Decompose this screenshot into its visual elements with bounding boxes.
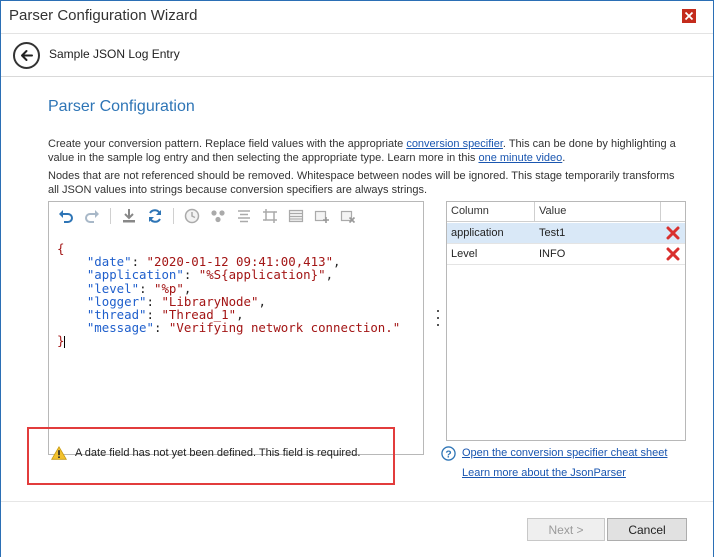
step-label: Sample JSON Log Entry <box>49 47 180 61</box>
close-button[interactable] <box>667 2 711 30</box>
delete-x-icon <box>666 226 680 240</box>
description-paragraph-1: Create your conversion pattern. Replace … <box>48 137 688 165</box>
toolbar-separator <box>110 208 111 224</box>
transform-button[interactable] <box>259 205 281 227</box>
add-row-icon <box>314 210 329 223</box>
clock-icon <box>184 208 200 224</box>
fields-grid: Column Value application Test1 Level INF… <box>446 201 686 441</box>
cheat-sheet-link[interactable]: Open the conversion specifier cheat shee… <box>462 447 667 459</box>
table-button[interactable] <box>285 205 307 227</box>
back-arrow-icon <box>21 50 33 61</box>
editor-toolbar <box>49 202 423 230</box>
json-value: "%S{application}" <box>198 267 326 283</box>
open-brace: { <box>57 241 65 256</box>
warning-text: A date field has not yet been defined. T… <box>75 447 361 459</box>
align-icon <box>238 210 250 223</box>
help-icon: ? <box>441 446 456 461</box>
back-button[interactable] <box>13 42 40 69</box>
transform-icon <box>263 209 277 223</box>
delete-x-icon <box>666 247 680 261</box>
column-header-value[interactable]: Value <box>539 205 566 217</box>
window-title: Parser Configuration Wizard <box>9 7 198 24</box>
description-paragraph-2: Nodes that are not referenced should be … <box>48 170 675 196</box>
table-row[interactable]: application Test1 <box>447 223 685 244</box>
table-row[interactable]: Level INFO <box>447 244 685 265</box>
warning-icon <box>51 446 67 460</box>
text-caret <box>64 335 66 348</box>
description-text-3: . <box>562 152 566 164</box>
json-parser-link[interactable]: Learn more about the JsonParser <box>462 467 626 479</box>
section-title: Parser Configuration <box>48 98 195 115</box>
next-button[interactable]: Next > <box>527 518 605 541</box>
wizard-step-header: Sample JSON Log Entry <box>1 33 713 77</box>
column-divider <box>534 202 535 222</box>
dots-icon <box>211 210 225 223</box>
redo-icon <box>85 210 99 223</box>
splitter-handle[interactable] <box>436 310 440 326</box>
toolbar-separator <box>173 208 174 224</box>
refresh-button[interactable] <box>144 205 166 227</box>
close-brace: } <box>57 333 65 349</box>
json-code[interactable]: { "date": "2020-01-12 09:41:00,413", "ap… <box>57 242 400 348</box>
one-minute-video-link[interactable]: one minute video <box>478 152 562 164</box>
refresh-icon <box>149 209 161 223</box>
cell-column: application <box>451 227 504 239</box>
pattern-editor[interactable]: { "date": "2020-01-12 09:41:00,413", "ap… <box>48 201 424 455</box>
table-icon <box>288 209 304 223</box>
cell-value: Test1 <box>539 227 566 239</box>
close-icon <box>682 9 696 23</box>
download-button[interactable] <box>118 205 140 227</box>
column-header-column[interactable]: Column <box>451 205 489 217</box>
cancel-button[interactable]: Cancel <box>607 518 687 541</box>
json-value: "Verifying network connection." <box>168 320 401 336</box>
cell-value: INFO <box>539 248 566 260</box>
svg-text:?: ? <box>445 449 451 460</box>
delete-row-button[interactable] <box>665 246 681 262</box>
column-divider <box>660 202 661 222</box>
undo-icon <box>59 210 73 223</box>
delete-row-button[interactable] <box>337 205 359 227</box>
redo-button[interactable] <box>81 205 103 227</box>
title-bar: Parser Configuration Wizard <box>1 1 713 32</box>
download-icon <box>123 209 135 223</box>
conversion-specifier-link[interactable]: conversion specifier <box>406 138 503 150</box>
align-button[interactable] <box>233 205 255 227</box>
delete-row-button[interactable] <box>665 225 681 241</box>
delete-row-icon <box>340 210 356 224</box>
grid-header: Column Value <box>447 202 685 222</box>
warning-message: A date field has not yet been defined. T… <box>47 439 387 467</box>
level-specifier-button[interactable] <box>207 205 229 227</box>
cell-column: Level <box>451 248 478 260</box>
description-text: Create your conversion pattern. Replace … <box>48 138 407 150</box>
wizard-footer: Next > Cancel <box>1 501 713 557</box>
undo-button[interactable] <box>55 205 77 227</box>
date-specifier-button[interactable] <box>181 205 203 227</box>
wizard-window: Parser Configuration Wizard Sample JSON … <box>0 0 714 557</box>
json-key: "message" <box>86 320 154 336</box>
add-row-button[interactable] <box>311 205 333 227</box>
